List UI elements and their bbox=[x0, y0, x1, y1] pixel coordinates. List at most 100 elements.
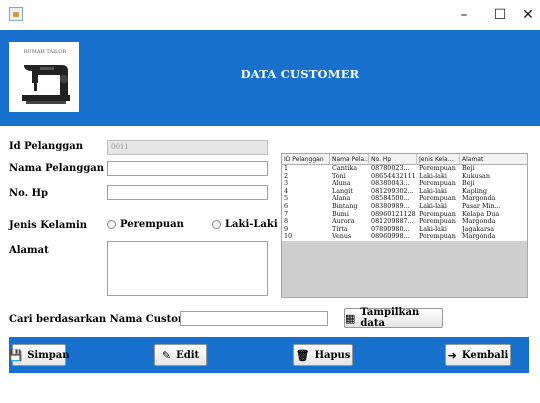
sewing-machine-logo: RUMAH TAILOR bbox=[9, 42, 79, 112]
no-hp-field[interactable] bbox=[107, 185, 268, 200]
search-input[interactable] bbox=[180, 311, 328, 326]
table-cell: 08584500... bbox=[371, 195, 410, 203]
table-row[interactable]: 9 Tirta 07890980... Laki-laki Jagakarsa bbox=[282, 226, 527, 234]
radio-circle-icon bbox=[107, 220, 116, 229]
table-cell: Perempuan bbox=[419, 165, 456, 172]
back-arrow-icon: ➜ bbox=[447, 348, 457, 362]
no-hp-label: No. Hp bbox=[9, 188, 49, 199]
table-icon: ▦ bbox=[345, 311, 356, 325]
column-header[interactable]: Nama Pela... bbox=[330, 154, 369, 165]
maximize-button[interactable]: ☐ bbox=[482, 0, 518, 30]
table-cell: Kukusan bbox=[462, 172, 490, 180]
table-cell: 5 bbox=[284, 195, 289, 203]
id-pelanggan-label: Id Pelanggan bbox=[9, 141, 84, 152]
edit-icon: ✎ bbox=[161, 348, 172, 362]
table-row[interactable]: 8 Aurora 081209887... Perempuan Margonda bbox=[282, 218, 527, 226]
table-cell: 08380043... bbox=[371, 180, 410, 188]
table-header: ID Pelanggan Nama Pela... No. Hp Jenis K… bbox=[282, 154, 527, 165]
table-row[interactable]: 3 Aluna 08380043... Perempuan Beji bbox=[282, 180, 527, 188]
table-cell: Perempuan bbox=[419, 233, 456, 241]
table-row[interactable]: 7 Bumi 08960121128 Perempuan Kelapa Dua bbox=[282, 211, 527, 219]
table-cell: Perempuan bbox=[419, 218, 456, 226]
table-cell: 3 bbox=[284, 180, 289, 188]
table-cell: Margonda bbox=[462, 218, 496, 226]
table-row[interactable]: 5 Alana 08584500... Perempuan Margonda bbox=[282, 195, 527, 203]
table-cell: Kapling bbox=[462, 187, 487, 195]
search-label: Cari berdasarkan Nama Customer bbox=[9, 314, 201, 325]
table-cell: Jagakarsa bbox=[462, 225, 495, 233]
java-app-icon bbox=[9, 7, 23, 21]
table-cell: 08780023... bbox=[371, 165, 410, 172]
table-cell: 08654432111 bbox=[371, 172, 416, 180]
table-cell: 081209887... bbox=[371, 218, 414, 226]
header-banner: RUMAH TAILOR DATA CUSTOMER bbox=[0, 30, 540, 126]
table-body: 1 Cantika 08780023... Perempuan Beji 2 Toni 086… bbox=[282, 165, 527, 241]
table-cell: Beji bbox=[462, 180, 475, 188]
page-title: DATA CUSTOMER bbox=[240, 67, 360, 81]
edit-button[interactable]: ✎ Edit bbox=[154, 344, 207, 366]
simpan-button[interactable]: 💾 Simpan bbox=[8, 344, 70, 366]
table-cell: Laki-laki bbox=[419, 202, 447, 210]
table-cell: Laki-laki bbox=[419, 225, 447, 233]
table-cell: 2 bbox=[284, 172, 289, 180]
table-cell: Cantika bbox=[332, 165, 358, 172]
table-cell: 6 bbox=[284, 202, 289, 210]
nama-pelanggan-label: Nama Pelanggan bbox=[9, 163, 105, 174]
table-cell: Toni bbox=[332, 172, 346, 180]
table-cell: Aluna bbox=[332, 180, 351, 188]
table-cell: Perempuan bbox=[419, 210, 456, 218]
table-row[interactable]: 4 Langit 081299302... Laki-laki Kapling bbox=[282, 188, 527, 196]
id-pelanggan-field: 0011 bbox=[107, 140, 268, 155]
table-cell: Langit bbox=[332, 187, 353, 195]
table-cell: Laki-laki bbox=[419, 187, 447, 195]
sewing-machine-icon bbox=[22, 65, 70, 104]
save-icon: 💾 bbox=[8, 348, 23, 362]
table-cell: Bumi bbox=[332, 210, 349, 218]
simpan-label: Simpan bbox=[27, 349, 70, 361]
table-row[interactable]: 10 Venus 08960998... Perempuan Margonda bbox=[282, 233, 527, 241]
table-cell: Perempuan bbox=[419, 180, 456, 188]
table-cell: Laki-laki bbox=[419, 172, 447, 180]
table-cell: 08380989... bbox=[371, 202, 410, 210]
table-cell: Venus bbox=[332, 233, 352, 241]
edit-label: Edit bbox=[176, 349, 200, 361]
radio-laki-laki-label: Laki-Laki bbox=[225, 219, 278, 230]
column-header[interactable]: Alamat bbox=[460, 154, 527, 165]
table-cell: 9 bbox=[284, 225, 289, 233]
radio-perempuan[interactable]: Perempuan bbox=[107, 219, 184, 230]
table-cell: 081299302... bbox=[371, 187, 414, 195]
nama-pelanggan-field[interactable] bbox=[107, 161, 268, 176]
table-cell: Perempuan bbox=[419, 195, 456, 203]
kembali-label: Kembali bbox=[461, 349, 509, 361]
hapus-button[interactable]: 🗑 Hapus bbox=[293, 344, 353, 366]
table-cell: 07890980... bbox=[371, 225, 410, 233]
table-cell: Bintang bbox=[332, 202, 358, 210]
table-cell: Tirta bbox=[332, 225, 348, 233]
table-cell: Pasar Min... bbox=[462, 202, 501, 210]
table-cell: Alana bbox=[332, 195, 351, 203]
table-cell: Beji bbox=[462, 165, 475, 172]
alamat-textarea[interactable] bbox=[107, 241, 268, 296]
window-titlebar: – ☐ ✕ bbox=[0, 0, 540, 30]
minimize-button[interactable]: – bbox=[446, 0, 482, 30]
column-header[interactable]: ID Pelanggan bbox=[282, 154, 330, 165]
table-row[interactable]: 1 Cantika 08780023... Perempuan Beji bbox=[282, 165, 527, 173]
kembali-button[interactable]: ➜ Kembali bbox=[445, 344, 511, 366]
customer-table[interactable]: ID Pelanggan Nama Pela... No. Hp Jenis K… bbox=[281, 153, 528, 298]
table-cell: 8 bbox=[284, 218, 289, 226]
radio-perempuan-label: Perempuan bbox=[120, 219, 184, 230]
column-header[interactable]: No. Hp bbox=[369, 154, 417, 165]
table-cell: 08960998... bbox=[371, 233, 410, 241]
column-header[interactable]: Jenis Kela... bbox=[417, 154, 460, 165]
radio-laki-laki[interactable]: Laki-Laki bbox=[212, 219, 278, 230]
table-cell: Kelapa Dua bbox=[462, 210, 500, 218]
table-cell: 7 bbox=[284, 210, 289, 218]
tampilkan-data-button[interactable]: ▦ Tampilkan data bbox=[344, 307, 443, 329]
radio-circle-icon bbox=[212, 220, 221, 229]
tampilkan-data-label: Tampilkan data bbox=[360, 307, 420, 329]
close-button[interactable]: ✕ bbox=[516, 0, 540, 30]
table-row[interactable]: 6 Bintang 08380989... Laki-laki Pasar Min... bbox=[282, 203, 527, 211]
jenis-kelamin-label: Jenis Kelamin bbox=[9, 220, 88, 231]
table-row[interactable]: 2 Toni 08654432111 Laki-laki Kukusan bbox=[282, 173, 527, 181]
table-cell: 10 bbox=[284, 233, 293, 241]
